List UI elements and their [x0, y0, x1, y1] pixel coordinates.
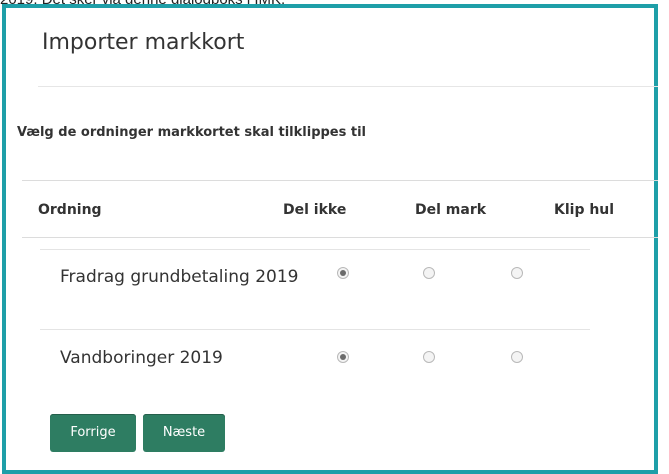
radio-del-mark-row-1[interactable] [423, 267, 435, 279]
title-divider [38, 86, 658, 87]
column-header-ordning: Ordning [38, 202, 102, 218]
column-header-del-ikke: Del ikke [283, 202, 347, 218]
table-top-divider [22, 180, 658, 181]
radio-del-mark-row-2[interactable] [423, 351, 435, 363]
next-button[interactable]: Næste [143, 414, 225, 452]
column-header-klip-hul: Klip hul [554, 202, 615, 218]
row-divider [40, 249, 590, 250]
dialog-title: Importer markkort [42, 30, 245, 55]
row-divider [40, 329, 590, 330]
radio-klip-hul-row-1[interactable] [511, 267, 523, 279]
dialog-subtitle: Vælg de ordninger markkortet skal tilkli… [17, 125, 367, 140]
radio-del-ikke-row-1[interactable] [337, 267, 349, 279]
column-header-del-mark: Del mark [415, 202, 487, 218]
table-header-divider [22, 237, 658, 238]
radio-klip-hul-row-2[interactable] [511, 351, 523, 363]
row-label-fradrag: Fradrag grundbetaling 2019 [60, 267, 299, 287]
radio-del-ikke-row-2[interactable] [337, 351, 349, 363]
row-label-vandboringer: Vandboringer 2019 [60, 348, 223, 368]
import-map-dialog: Importer markkort Vælg de ordninger mark… [2, 4, 658, 474]
previous-button[interactable]: Forrige [50, 414, 136, 452]
